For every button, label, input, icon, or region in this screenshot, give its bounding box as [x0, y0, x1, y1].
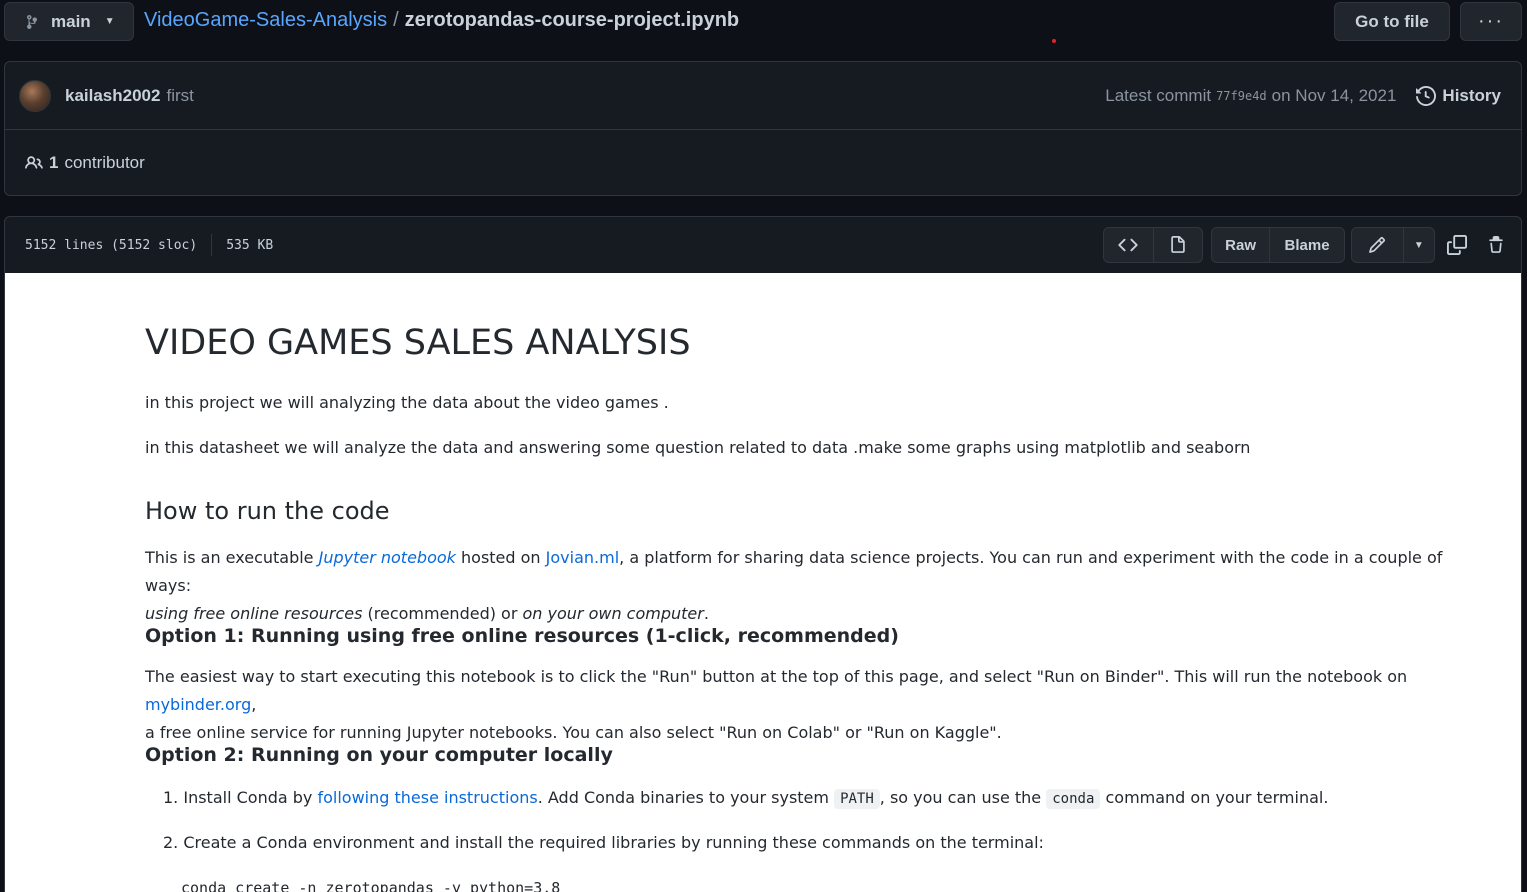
edit-button[interactable] — [1352, 228, 1403, 262]
file-viewer: 5152 lines (5152 sloc) 535 KB Raw Blame … — [4, 216, 1522, 892]
raw-button[interactable]: Raw — [1212, 228, 1269, 262]
code-block: conda create -n zerotopandas -y python=3… — [181, 879, 561, 892]
instructions-link[interactable]: following these instructions — [317, 788, 537, 807]
text-span: (recommended) or — [362, 604, 523, 623]
raw-blame-group: Raw Blame — [1211, 227, 1345, 263]
text-span: . Add Conda binaries to your system — [537, 788, 835, 807]
breadcrumb-separator: / — [393, 9, 399, 31]
code-icon — [1118, 238, 1139, 252]
more-options-button[interactable]: ··· — [1460, 2, 1522, 41]
emphasis-text: on your own computer — [522, 604, 704, 623]
contributor-label: contributor — [64, 153, 145, 172]
text-span: . — [703, 604, 709, 623]
intro-paragraph-1: in this project we will analyzing the da… — [145, 393, 669, 412]
branch-selector-button[interactable]: main ▼ — [4, 2, 134, 41]
file-name: zerotopandas-course-project.ipynb — [404, 9, 740, 31]
branch-name: main — [51, 11, 91, 31]
notebook-content: VIDEO GAMES SALES ANALYSIS in this proje… — [5, 273, 1521, 892]
avatar[interactable] — [19, 79, 51, 112]
jovian-link[interactable]: Jovian.ml — [546, 548, 619, 567]
text-span: a free online service for running Jupyte… — [145, 723, 1002, 742]
how-to-run-paragraph: This is an executable Jupyter notebook h… — [145, 544, 1485, 628]
text-span: This is an executable — [145, 548, 319, 567]
edit-dropdown-button[interactable]: ▼ — [1402, 228, 1434, 262]
commit-sha[interactable]: 77f9e4d — [1216, 89, 1267, 103]
pencil-icon — [1369, 237, 1386, 253]
inline-code-path: PATH — [834, 789, 880, 809]
contributor-count: 1 — [49, 153, 59, 172]
commit-meta: Latest commit 77f9e4d on Nov 14, 2021 — [1105, 86, 1396, 106]
file-size: 535 KB — [226, 237, 274, 253]
divider — [211, 234, 213, 256]
option-1-paragraph: The easiest way to start executing this … — [145, 663, 1485, 747]
copy-button[interactable] — [1444, 231, 1470, 259]
breadcrumb: VideoGame-Sales-Analysis / zerotopandas-… — [144, 9, 739, 32]
edit-group: ▼ — [1351, 227, 1435, 263]
blame-button[interactable]: Blame — [1269, 228, 1344, 262]
rendered-view-button[interactable] — [1152, 228, 1202, 262]
view-toggle-group — [1103, 227, 1203, 263]
text-span: Install Conda by — [183, 788, 318, 807]
text-span: , — [251, 695, 257, 714]
step-2-list-item: 2. Create a Conda environment and instal… — [163, 829, 1503, 857]
history-link[interactable]: History — [1416, 86, 1501, 106]
commit-message[interactable]: first — [166, 86, 193, 106]
go-to-file-button[interactable]: Go to file — [1334, 2, 1450, 41]
latest-commit-row: kailash2002 first Latest commit 77f9e4d … — [5, 62, 1521, 130]
list-number: 2. — [163, 833, 179, 852]
inline-code-conda: conda — [1046, 789, 1101, 809]
caret-down-icon: ▼ — [104, 16, 115, 27]
text-span: command on your terminal. — [1100, 788, 1329, 807]
option-1-heading: Option 1: Running using free online reso… — [145, 625, 899, 647]
copy-icon — [1447, 235, 1467, 255]
caret-down-icon: ▼ — [1413, 239, 1424, 251]
how-to-run-heading: How to run the code — [145, 497, 390, 525]
notebook-title: VIDEO GAMES SALES ANALYSIS — [145, 323, 691, 363]
people-icon — [25, 156, 43, 169]
file-icon — [1171, 236, 1185, 253]
code-view-button[interactable] — [1104, 228, 1153, 262]
trash-icon — [1489, 236, 1503, 253]
text-span: Create a Conda environment and install t… — [183, 833, 1044, 852]
step-1-list-item: 1. Install Conda by following these inst… — [163, 784, 1503, 813]
text-span: hosted on — [455, 548, 546, 567]
mybinder-link[interactable]: mybinder.org — [145, 695, 251, 714]
emphasis-text: using free online resources — [145, 604, 363, 623]
commit-box: kailash2002 first Latest commit 77f9e4d … — [4, 61, 1522, 196]
repo-link[interactable]: VideoGame-Sales-Analysis — [144, 9, 387, 32]
file-lines: 5152 lines (5152 sloc) — [25, 237, 198, 253]
contributors-row[interactable]: 1 contributor — [5, 130, 1521, 196]
jupyter-notebook-link[interactable]: Jupyter notebook — [319, 548, 456, 567]
file-header: 5152 lines (5152 sloc) 535 KB Raw Blame … — [5, 217, 1521, 273]
history-icon — [1416, 85, 1437, 106]
intro-paragraph-2: in this datasheet we will analyze the da… — [145, 438, 1251, 457]
text-span: The easiest way to start executing this … — [145, 667, 1408, 686]
git-branch-icon — [27, 14, 37, 29]
list-number: 1. — [163, 788, 179, 807]
history-label: History — [1442, 85, 1501, 105]
latest-commit-label: Latest commit — [1105, 85, 1212, 105]
red-dot — [1052, 39, 1056, 43]
text-span: , so you can use the — [879, 788, 1047, 807]
commit-author[interactable]: kailash2002 — [65, 86, 160, 106]
option-2-heading: Option 2: Running on your computer local… — [145, 744, 613, 766]
commit-date: on Nov 14, 2021 — [1271, 85, 1397, 105]
delete-button[interactable] — [1483, 231, 1509, 259]
file-info: 5152 lines (5152 sloc) 535 KB — [25, 234, 273, 256]
